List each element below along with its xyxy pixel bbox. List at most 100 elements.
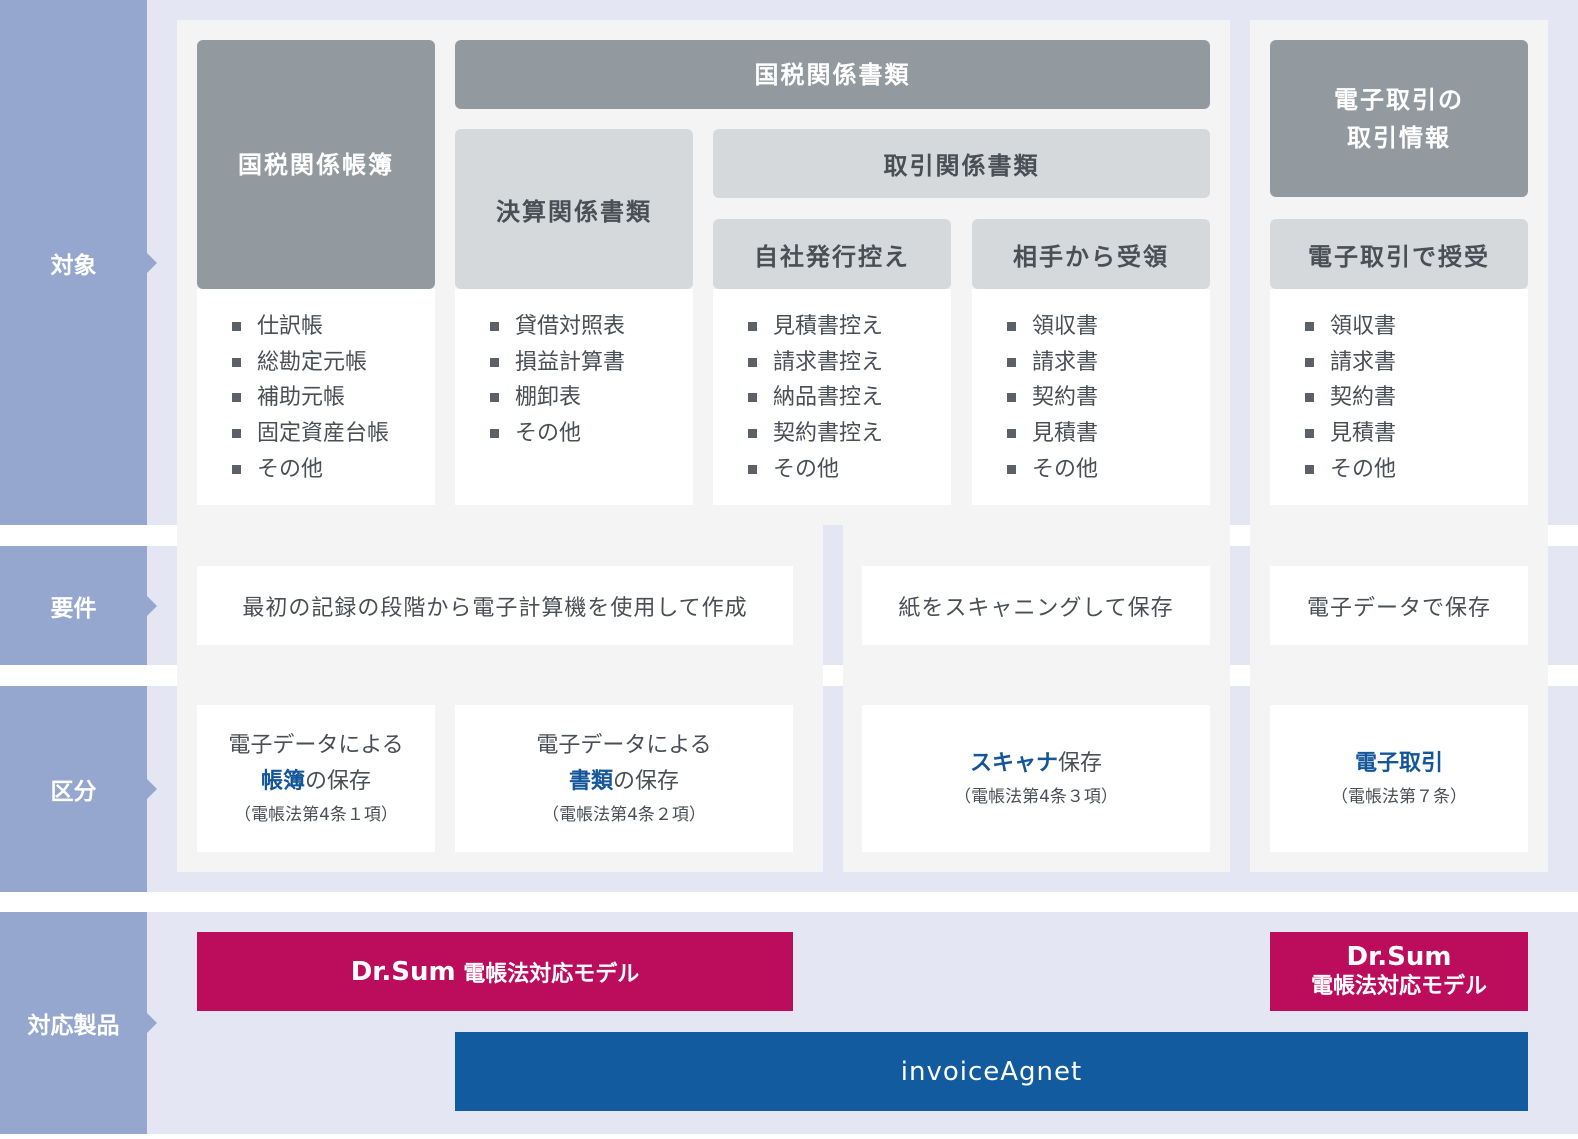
- bullet-square-icon: [1305, 464, 1314, 474]
- category-line: 書類の保存: [569, 764, 679, 800]
- product-name: invoiceAgnet: [900, 1056, 1083, 1087]
- list-item-text: 補助元帳: [257, 385, 346, 411]
- requirement-text: 紙をスキャニングして保存: [898, 595, 1174, 621]
- category-highlight: 電子取引: [1354, 750, 1443, 776]
- list-item: その他: [1270, 452, 1528, 488]
- list-item: 契約書控え: [713, 416, 951, 452]
- category-scanner: スキャナ保存 （電帳法第4条３項）: [862, 705, 1210, 852]
- header-kokuzei-kankei-chobo: 国税関係帳簿: [197, 40, 435, 289]
- bullet-square-icon: [232, 322, 241, 331]
- header-text: 電子取引の 取引情報: [1334, 85, 1464, 152]
- bullet-square-icon: [1305, 357, 1314, 367]
- category-law: （電帳法第７条）: [1331, 786, 1467, 807]
- chevron-right-icon: [147, 595, 157, 616]
- requirement-electronic-creation: 最初の記録の段階から電子計算機を使用して作成: [197, 566, 793, 645]
- bullet-square-icon: [232, 393, 241, 403]
- product-name: Dr.Sum: [1346, 941, 1452, 972]
- list-item-text: 領収書: [1330, 314, 1397, 339]
- category-line: 電子取引: [1355, 746, 1443, 782]
- bullet-square-icon: [1007, 464, 1016, 474]
- header-kokuzei-kankei-shorui: 国税関係書類: [455, 40, 1210, 109]
- bullet-square-icon: [748, 464, 757, 474]
- list-item-text: 請求書控え: [773, 349, 884, 375]
- list-item: 補助元帳: [197, 380, 435, 416]
- list-kessan: 貸借対照表 損益計算書 棚卸表 その他: [455, 289, 693, 505]
- list-item: 領収書: [1270, 309, 1528, 345]
- list-item: 棚卸表: [455, 380, 693, 416]
- list-item-text: 見積書: [1032, 421, 1099, 447]
- bullet-square-icon: [490, 429, 499, 439]
- list-item: 領収書: [972, 309, 1210, 345]
- list-item: 請求書控え: [713, 345, 951, 381]
- bullet-square-icon: [490, 357, 499, 367]
- product-drsum-wide[interactable]: Dr.Sum 電帳法対応モデル: [197, 932, 793, 1011]
- list-aite: 領収書 請求書 契約書 見積書 その他: [972, 289, 1210, 505]
- list-item-text: 仕訳帳: [257, 314, 324, 339]
- category-line: 電子データによる: [536, 728, 711, 764]
- row-separator: [823, 665, 843, 686]
- bullet-square-icon: [1305, 322, 1314, 331]
- requirement-scanning: 紙をスキャニングして保存: [862, 566, 1210, 645]
- category-line: 電子データによる: [228, 728, 403, 764]
- row-label-text: 要件: [50, 595, 97, 622]
- bullet-square-icon: [490, 393, 499, 403]
- header-denshi-torihiki-juju: 電子取引で授受: [1270, 219, 1528, 289]
- row-separator: [1548, 525, 1578, 546]
- header-kessan-kankei-shorui: 決算関係書類: [455, 129, 693, 289]
- bullet-square-icon: [1007, 393, 1016, 403]
- chevron-right-icon: [147, 252, 157, 273]
- list-item: 納品書控え: [713, 380, 951, 416]
- list-item-text: その他: [515, 421, 582, 447]
- header-torihiki-kankei-shorui: 取引関係書類: [713, 129, 1210, 198]
- header-text: 相手から受領: [1013, 242, 1169, 271]
- product-drsum-right[interactable]: Dr.Sum 電帳法対応モデル: [1270, 932, 1528, 1011]
- list-item: 請求書: [972, 345, 1210, 381]
- bullet-square-icon: [1305, 393, 1314, 403]
- category-suffix: 保存: [1058, 750, 1103, 776]
- list-item-text: 総勘定元帳: [257, 349, 368, 375]
- category-law: （電帳法第4条３項）: [954, 786, 1118, 807]
- bullet-square-icon: [490, 322, 499, 331]
- list-item: 契約書: [972, 380, 1210, 416]
- category-prefix: 電子データによる: [228, 732, 404, 758]
- list-chobo: 仕訳帳 総勘定元帳 補助元帳 固定資産台帳 その他: [197, 289, 435, 505]
- list-item: 総勘定元帳: [197, 345, 435, 381]
- category-highlight: 帳簿: [260, 768, 305, 794]
- list-item-text: 請求書: [1032, 349, 1099, 375]
- list-item-text: 貸借対照表: [515, 314, 626, 339]
- header-text: 電子取引で授受: [1308, 242, 1490, 271]
- list-item-text: その他: [1032, 456, 1099, 482]
- chevron-right-icon: [147, 779, 157, 799]
- category-denshi: 電子取引 （電帳法第７条）: [1270, 705, 1528, 852]
- list-item-text: 契約書: [1330, 385, 1397, 411]
- list-jisha: 見積書控え 請求書控え 納品書控え 契約書控え その他: [713, 289, 951, 505]
- list-denshi: 領収書 請求書 契約書 見積書 その他: [1270, 289, 1528, 505]
- category-law: （電帳法第4条１項）: [234, 804, 398, 825]
- category-law: （電帳法第4条２項）: [542, 804, 706, 825]
- row-label-text: 対象: [50, 252, 97, 279]
- bullet-square-icon: [1305, 429, 1314, 439]
- bullet-square-icon: [748, 357, 757, 367]
- list-item: その他: [713, 452, 951, 488]
- row-separator: [0, 665, 177, 686]
- header-jisha-hakko: 自社発行控え: [713, 219, 951, 289]
- bullet-square-icon: [1007, 322, 1016, 331]
- header-text: 国税関係帳簿: [238, 150, 394, 179]
- row-label-products: 対応製品: [0, 912, 157, 1134]
- list-item-text: 契約書控え: [773, 421, 884, 447]
- list-item-text: 請求書: [1330, 349, 1397, 375]
- list-item: 見積書: [1270, 416, 1528, 452]
- bullet-square-icon: [748, 429, 757, 439]
- list-item-text: 契約書: [1032, 385, 1099, 411]
- row-separator: [1230, 665, 1250, 686]
- bullet-square-icon: [232, 464, 241, 474]
- list-item-text: 見積書: [1330, 421, 1397, 447]
- category-shorui: 電子データによる 書類の保存 （電帳法第4条２項）: [455, 705, 793, 852]
- category-prefix: 電子データによる: [536, 732, 712, 758]
- product-invoice-agnet[interactable]: invoiceAgnet: [455, 1032, 1528, 1111]
- list-item-text: その他: [773, 456, 840, 482]
- bullet-square-icon: [748, 322, 757, 331]
- list-item: 見積書: [972, 416, 1210, 452]
- list-item-text: その他: [1330, 456, 1397, 482]
- list-item: 見積書控え: [713, 309, 951, 345]
